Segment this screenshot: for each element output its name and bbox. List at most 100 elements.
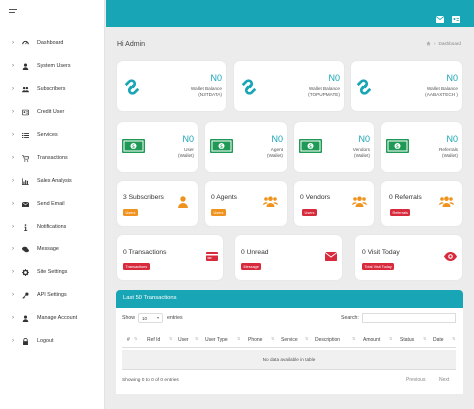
envelope-icon[interactable]: [435, 10, 445, 23]
sidebar-item-label: Sales Analysis: [37, 178, 72, 184]
sort-icon[interactable]: ⇅: [423, 336, 426, 341]
chevron-right-icon: ›: [12, 86, 14, 92]
next-page-button[interactable]: Next: [439, 377, 449, 383]
column-header-description[interactable]: Description: [315, 337, 340, 343]
column-header-service[interactable]: Service: [281, 337, 298, 343]
search-input[interactable]: [362, 313, 456, 323]
referrals-card[interactable]: 0 Referrals Referrals: [381, 181, 462, 226]
search-label: Search:: [341, 315, 359, 321]
sidebar-item-label: Manage Account: [37, 315, 78, 321]
subscribers-card[interactable]: 3 Subscribers Users: [117, 181, 198, 226]
svg-text:$: $: [132, 144, 135, 150]
chevron-right-icon: ›: [12, 246, 14, 252]
transactions-count: 0 Transactions: [123, 249, 167, 256]
sidebar-item-logout[interactable]: › Logout: [0, 334, 104, 348]
show-label: Show: [122, 315, 135, 321]
entries-length-select[interactable]: 10 ▾: [138, 313, 163, 323]
key-icon: [22, 291, 29, 299]
sidebar-item-label: Dashboard: [37, 40, 64, 46]
sidebar-item-label: Services: [37, 132, 58, 138]
sidebar-item-system-users[interactable]: › System Users: [0, 59, 104, 73]
visits-card[interactable]: 0 Visit Today Total Visit Today: [355, 235, 462, 280]
transactions-card[interactable]: 0 Transactions Transactions: [117, 235, 223, 280]
sort-icon[interactable]: ⇅: [352, 336, 355, 341]
sort-icon[interactable]: ⇅: [305, 336, 308, 341]
vendors-count: 0 Vendors: [300, 194, 331, 201]
entries-label: entries: [167, 315, 183, 321]
sidebar-item-send-email[interactable]: › Send Email: [0, 197, 104, 211]
chevron-right-icon: ›: [12, 338, 14, 344]
sidebar-item-transactions[interactable]: › Transactions: [0, 151, 104, 165]
sidebar-item-message[interactable]: › Message: [0, 242, 104, 256]
chevron-right-icon: ›: [12, 315, 14, 321]
wallet-balance-value: N0: [210, 73, 222, 83]
sidebar-item-dashboard[interactable]: › Dashboard: [0, 36, 104, 50]
column-header-date[interactable]: Date: [433, 337, 444, 343]
wallet-value: N0: [358, 134, 370, 144]
column-header-number[interactable]: #: [127, 337, 130, 343]
column-header-amount[interactable]: Amount: [363, 337, 380, 343]
sidebar-item-api-settings[interactable]: › API Settings: [0, 288, 104, 302]
sidebar-item-label: Subscribers: [37, 86, 66, 92]
id-card-icon[interactable]: [452, 10, 460, 23]
sidebar: › Dashboard › System Users › Subscribers…: [0, 0, 105, 409]
subscribers-count: 3 Subscribers: [123, 194, 164, 201]
wallet-card-referrals: $ N0 Referrals (Wallet): [381, 122, 462, 172]
sidebar-item-notifications[interactable]: › Notifications: [0, 220, 104, 234]
column-header-user[interactable]: User: [178, 337, 189, 343]
sidebar-item-sales-analysis[interactable]: › Sales Analysis: [0, 174, 104, 188]
wallet-sub-label: (Wallet): [442, 153, 458, 158]
chevron-down-icon: ▾: [156, 315, 159, 320]
sort-icon[interactable]: ⇅: [389, 336, 392, 341]
users-icon: [263, 196, 278, 207]
home-icon[interactable]: [426, 41, 431, 46]
table-footer-divider: [122, 369, 456, 370]
sort-icon[interactable]: ⇅: [169, 336, 172, 341]
sidebar-item-credit-user[interactable]: › Credit User: [0, 105, 104, 119]
table-info: Showing 0 to 0 of 0 entries: [122, 378, 179, 383]
menu-toggle-icon[interactable]: [9, 9, 17, 15]
sort-icon[interactable]: ⇅: [237, 336, 240, 341]
agents-card[interactable]: 0 Agents Users: [205, 181, 287, 226]
previous-page-button[interactable]: Previous: [406, 377, 425, 383]
link-icon: [124, 79, 140, 95]
wallet-sub-label: (Wallet): [178, 153, 194, 158]
breadcrumb: › Dashboard: [426, 41, 461, 46]
sort-icon[interactable]: ⇅: [134, 336, 137, 341]
page-title: Hi Admin: [117, 41, 146, 48]
sidebar-item-label: Logout: [37, 338, 54, 344]
sidebar-item-label: Credit User: [37, 109, 65, 115]
wallet-card-n3tdata: N0 Wallet Balance (N3TDATA): [117, 61, 226, 111]
column-header-ref-id[interactable]: Ref Id: [147, 337, 160, 343]
column-header-status[interactable]: Status: [400, 337, 414, 343]
breadcrumb-current: Dashboard: [438, 41, 461, 46]
unread-messages-card[interactable]: 0 Unread Message: [235, 235, 342, 280]
empty-table-row: No data available in table: [122, 350, 456, 369]
chevron-right-icon: ›: [12, 109, 14, 115]
users-icon: [439, 196, 454, 207]
sidebar-item-label: Transactions: [37, 155, 68, 161]
sidebar-item-services[interactable]: › Services: [0, 128, 104, 142]
vendors-card[interactable]: 0 Vendors Users: [294, 181, 374, 226]
column-header-user-type[interactable]: User Type: [205, 337, 228, 343]
wallet-provider-label: (N3TDATA): [198, 92, 222, 97]
svg-text:$: $: [220, 144, 223, 150]
gear-icon: [22, 268, 29, 276]
column-header-phone[interactable]: Phone: [248, 337, 262, 343]
breadcrumb-separator: ›: [433, 41, 436, 46]
link-icon: [241, 79, 257, 95]
svg-text:$: $: [396, 144, 399, 150]
sidebar-item-site-settings[interactable]: › Site Settings: [0, 265, 104, 279]
wallet-card-aabaxtech: N0 Wallet Balance (AABAXTECH ): [351, 61, 462, 111]
sort-icon[interactable]: ⇅: [195, 336, 198, 341]
sidebar-item-subscribers[interactable]: › Subscribers: [0, 82, 104, 96]
envelope-icon: [325, 252, 337, 261]
sidebar-item-manage-account[interactable]: › Manage Account: [0, 311, 104, 325]
sort-icon[interactable]: ⇅: [271, 336, 274, 341]
cart-icon: [22, 154, 29, 162]
sort-icon[interactable]: ⇅: [452, 336, 455, 341]
total-visit-badge: Total Visit Today: [362, 263, 395, 270]
message-badge: Message: [241, 263, 262, 270]
info-icon: [22, 223, 29, 231]
wallet-provider-label: (TOPUPMATE): [308, 92, 340, 97]
